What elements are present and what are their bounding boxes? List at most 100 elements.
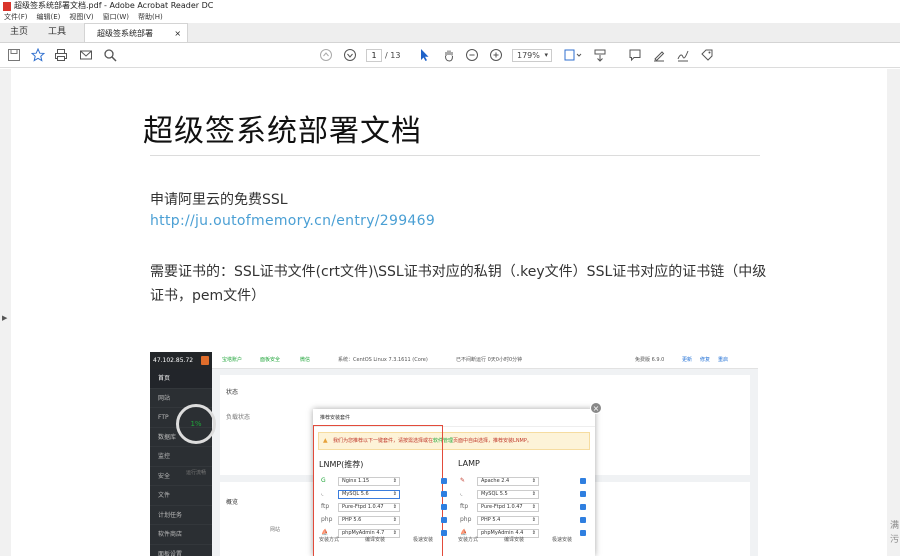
- lamp-title: LAMP: [458, 459, 480, 468]
- title-divider: [150, 155, 760, 156]
- bt-repair: 修复: [700, 357, 711, 363]
- apache-icon: ✎: [460, 477, 466, 484]
- bt-nav-monitor: 监控: [150, 447, 212, 467]
- lamp-select: MySQL 5.5: [477, 490, 539, 499]
- checkbox-checked-icon: [580, 517, 586, 523]
- compile-install-option: 编译安装: [365, 537, 386, 543]
- highlight-pen-icon[interactable]: [651, 47, 667, 63]
- lnmp-select: Nginx 1.15: [338, 477, 400, 486]
- window-title-bar: 超级签系统部署文档.pdf - Adobe Acrobat Reader DC: [0, 0, 900, 12]
- tab-bar: 主页 工具 超级签系统部署文... ×: [0, 22, 900, 57]
- embedded-screenshot: 47.102.85.72 首页 网站 FTP 数据库 监控 安全 文件 计划任务…: [150, 352, 758, 556]
- phpmyadmin-icon: ⛵: [460, 529, 468, 536]
- pdf-page: 超级签系统部署文档 申请阿里云的免费SSL http://ju.outofmem…: [11, 69, 887, 556]
- bt-install-modal: 推荐安装套件 × 我们为您推荐以下一键套件，请按需选择或在软件管理页面中自由选择…: [313, 402, 602, 556]
- save-icon[interactable]: [6, 47, 22, 63]
- tab-close-icon[interactable]: ×: [174, 24, 181, 42]
- right-pane-glyph: 污: [889, 535, 899, 545]
- lamp-select: PHP 5.4: [477, 516, 539, 525]
- phpmyadmin-icon: ⛵: [321, 529, 329, 536]
- bt-nav-settings: 面板设置: [150, 545, 212, 556]
- fast-install-option: 极速安装: [552, 537, 573, 543]
- php-icon: php: [460, 516, 472, 523]
- lamp-select: Pure-Ftpd 1.0.47: [477, 503, 539, 512]
- lnmp-select: Pure-Ftpd 1.0.47: [338, 503, 400, 512]
- sign-icon[interactable]: [675, 47, 691, 63]
- bt-gauge-caption: 运行流畅: [186, 470, 207, 476]
- zoom-in-icon[interactable]: [488, 47, 504, 63]
- stamp-icon[interactable]: [699, 47, 715, 63]
- nginx-icon: G: [321, 477, 326, 484]
- bt-nav-store: 软件商店: [150, 525, 212, 545]
- checkbox-checked-icon: [580, 504, 586, 510]
- page-number-input[interactable]: 1: [366, 49, 382, 62]
- bt-load-gauge: 1%: [176, 404, 216, 444]
- menu-window[interactable]: 窗口(W): [103, 12, 129, 23]
- tab-document-label: 超级签系统部署文...: [97, 29, 154, 57]
- php-icon: php: [321, 516, 333, 523]
- bt-overview-site: 网站: [270, 527, 281, 533]
- lnmp-title: LNMP(推荐): [319, 460, 364, 469]
- fit-page-icon[interactable]: [562, 47, 584, 63]
- ftp-icon: ftp: [321, 503, 330, 510]
- bt-security: 面板安全: [260, 357, 281, 363]
- server-ip-text: 47.102.85.72: [153, 357, 194, 364]
- page-total: / 13: [385, 51, 401, 60]
- bt-nav-cron: 计划任务: [150, 506, 212, 525]
- checkbox-checked-icon: [441, 517, 447, 523]
- left-navigation-panel: ▶: [0, 69, 11, 556]
- email-icon[interactable]: [78, 47, 94, 63]
- server-ip: 47.102.85.72: [150, 352, 212, 369]
- bt-uptime: 已不间断运行 0天0小时0分钟: [456, 357, 523, 363]
- select-cursor-icon[interactable]: [416, 47, 432, 63]
- checkbox-checked-icon: [580, 491, 586, 497]
- paragraph-ssl: 申请阿里云的免费SSL: [150, 192, 288, 208]
- page-up-icon[interactable]: [318, 47, 334, 63]
- bt-version: 免费版 6.9.0: [635, 357, 665, 363]
- toolbar: 1 / 13 179%: [0, 43, 900, 68]
- bt-topbar: 宝塔账户 面板安全 微信 系统：CentOS Linux 7.3.1611 (C…: [212, 352, 758, 369]
- hand-tool-icon[interactable]: [441, 47, 457, 63]
- pdf-file-icon: [3, 1, 11, 11]
- bt-overview-label: 概览: [226, 499, 239, 506]
- bt-system: 系统：CentOS Linux 7.3.1611 (Core): [338, 357, 428, 363]
- modal-close-icon: ×: [590, 402, 602, 414]
- ftp-icon: ftp: [460, 503, 469, 510]
- notification-badge: [201, 356, 209, 365]
- bt-account: 宝塔账户: [222, 357, 243, 363]
- scroll-mode-icon[interactable]: [592, 47, 608, 63]
- bookmark-star-icon[interactable]: [30, 47, 46, 63]
- zoom-level-select[interactable]: 179%: [512, 49, 552, 62]
- print-icon[interactable]: [53, 47, 69, 63]
- checkbox-checked-icon: [441, 491, 447, 497]
- checkbox-checked-icon: [441, 478, 447, 484]
- mysql-icon: ◟: [460, 490, 463, 497]
- paragraph-certs: 需要证书的：SSL证书文件(crt文件)\SSL证书对应的私钥（.key文件）S…: [150, 264, 767, 304]
- menu-bar: 文件(F) 编辑(E) 视图(V) 窗口(W) 帮助(H): [0, 12, 900, 23]
- expand-panel-icon[interactable]: ▶: [2, 314, 7, 322]
- lnmp-install-mode: 安装方式 编译安装 极速安装: [319, 536, 447, 546]
- comment-icon[interactable]: [627, 47, 643, 63]
- tab-tools[interactable]: 工具: [38, 22, 76, 42]
- search-icon[interactable]: [102, 47, 118, 63]
- bt-weixin: 微信: [300, 357, 311, 363]
- right-pane-strip: 满 污: [887, 69, 900, 556]
- bt-nav-home: 首页: [150, 369, 212, 389]
- page-down-icon[interactable]: [342, 47, 358, 63]
- checkbox-checked-icon: [441, 504, 447, 510]
- lnmp-select: PHP 5.6: [338, 516, 400, 525]
- bt-restart: 重启: [718, 357, 729, 363]
- lnmp-column: LNMP(推荐) G Nginx 1.15 ◟ MySQL 5.6 ftp Pure-…: [319, 459, 447, 543]
- install-mode-label: 安装方式: [319, 537, 340, 543]
- tab-document[interactable]: 超级签系统部署文... ×: [84, 23, 189, 57]
- lamp-install-mode: 安装方式 编译安装 极速安装: [458, 536, 586, 546]
- checkbox-checked-icon: [580, 478, 586, 484]
- zoom-out-icon[interactable]: [464, 47, 480, 63]
- bt-nav-files: 文件: [150, 486, 212, 506]
- bt-update: 更新: [682, 357, 693, 363]
- menu-help[interactable]: 帮助(H): [138, 12, 163, 23]
- tab-home[interactable]: 主页: [0, 22, 38, 42]
- lamp-select: Apache 2.4: [477, 477, 539, 486]
- document-viewport[interactable]: ▶ 超级签系统部署文档 申请阿里云的免费SSL http://ju.outofm…: [0, 69, 900, 556]
- ssl-link[interactable]: http://ju.outofmemory.cn/entry/299469: [150, 213, 435, 229]
